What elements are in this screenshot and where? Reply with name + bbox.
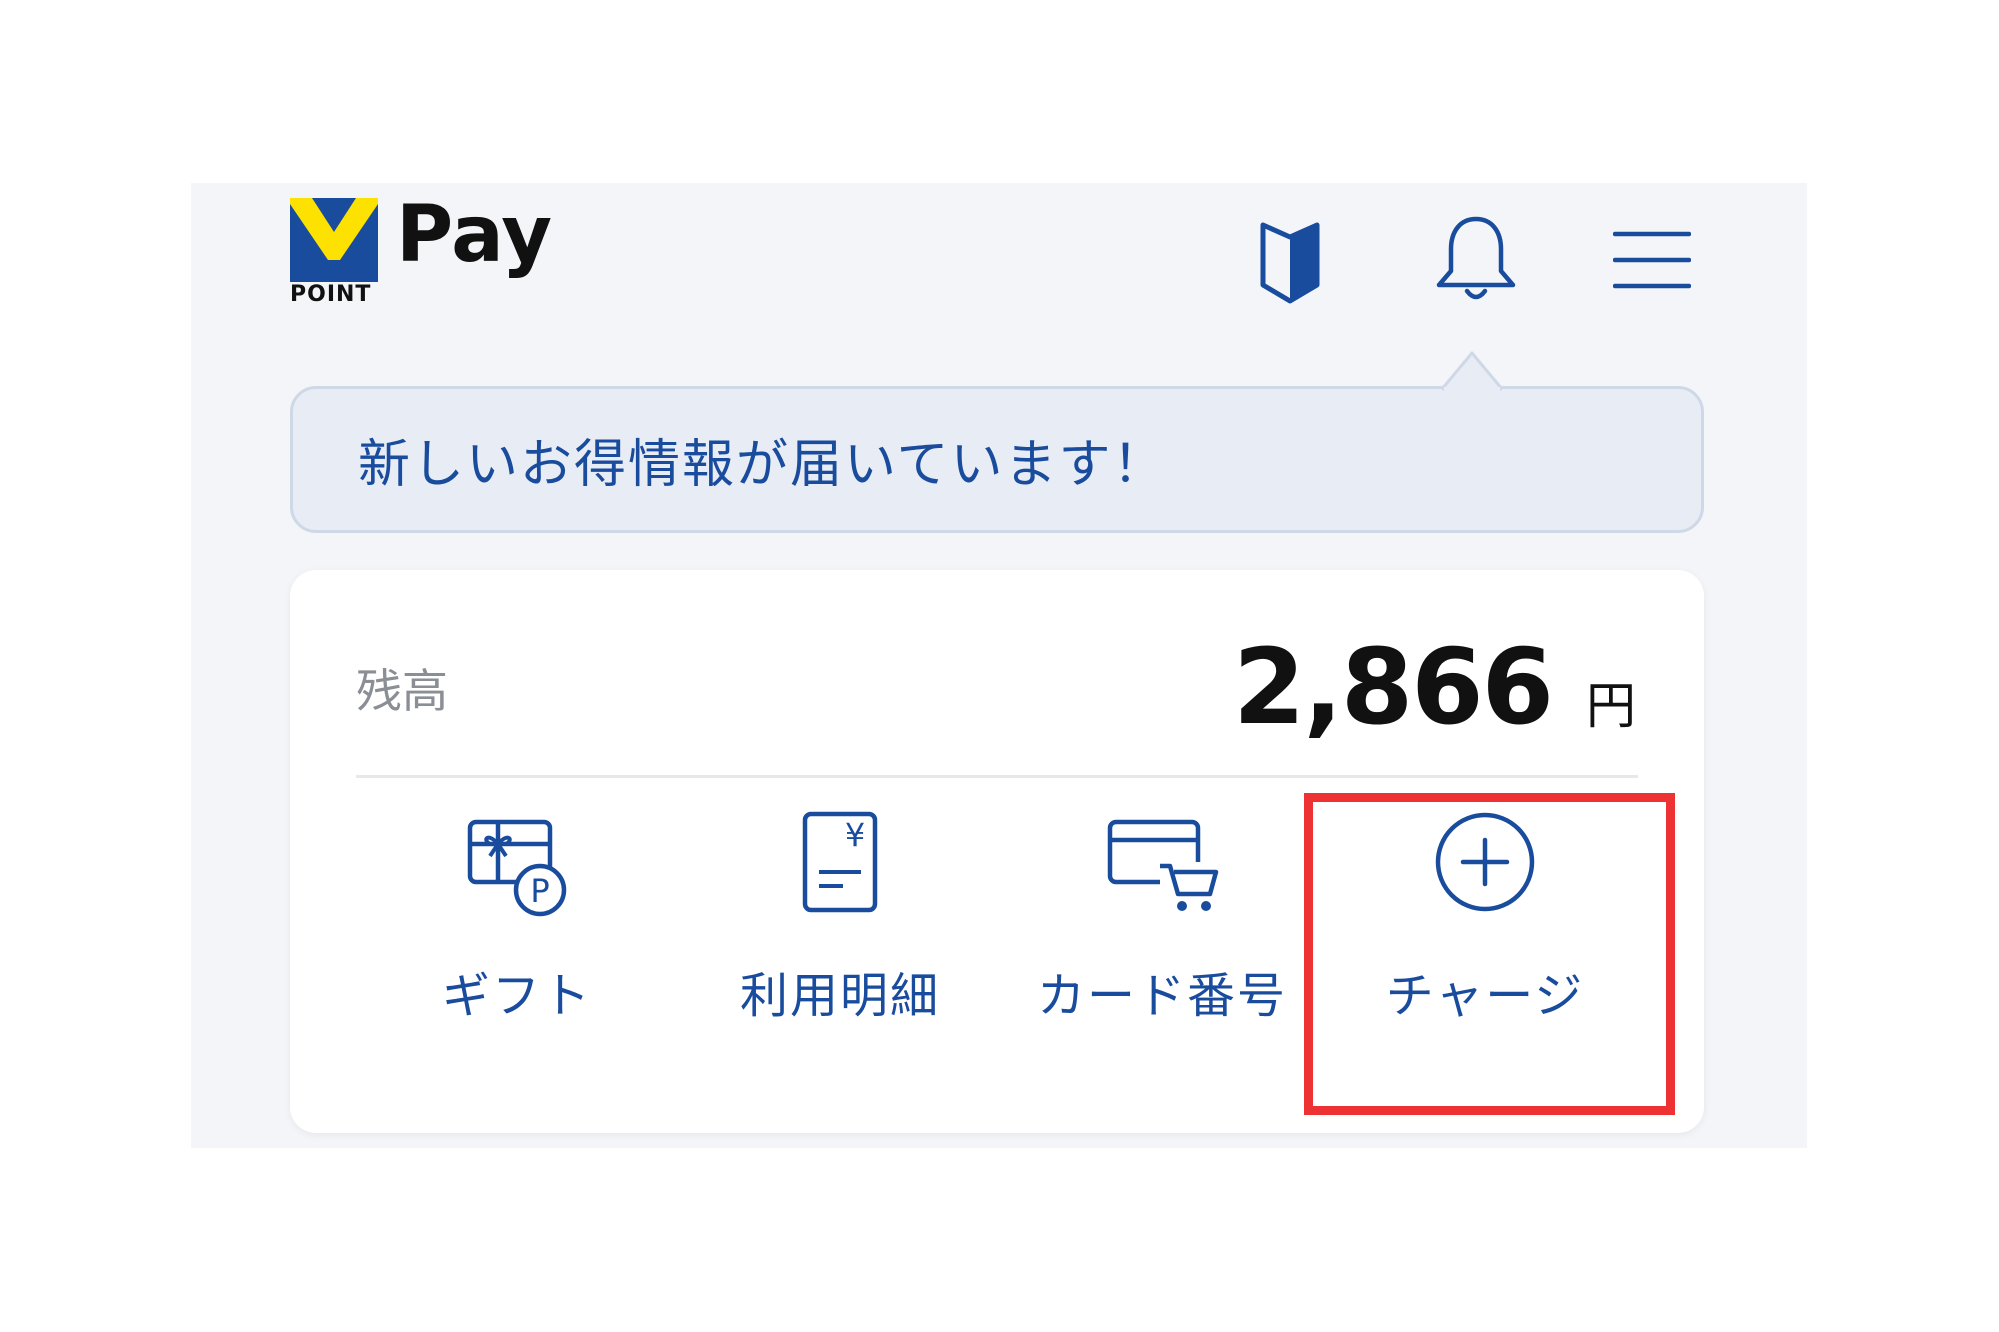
logo-point-text: POINT (290, 282, 372, 307)
balance-label: 残高 (356, 664, 448, 718)
statement-button[interactable]: ¥ 利用明細 (680, 810, 1000, 1024)
card-cart-icon (1107, 819, 1219, 911)
hamburger-menu-icon[interactable] (1613, 229, 1691, 291)
charge-highlight-box (1304, 793, 1675, 1115)
gift-label: ギフト (441, 968, 592, 1024)
svg-text:P: P (530, 872, 549, 910)
card-number-label: カード番号 (1036, 968, 1287, 1024)
balance-amount: 2,866 (1233, 626, 1554, 748)
notification-text: 新しいお得情報が届いています！ (358, 435, 1167, 495)
svg-text:¥: ¥ (845, 816, 865, 854)
notification-bubble[interactable]: 新しいお得情報が届いています！ (290, 386, 1704, 533)
statement-label: 利用明細 (739, 968, 940, 1024)
v-logo-mark (290, 198, 378, 282)
gift-point-icon: P (467, 819, 567, 917)
bell-icon[interactable] (1431, 213, 1521, 303)
bubble-caret (1442, 351, 1502, 391)
logo-pay-text: Pay (396, 190, 553, 280)
gift-button[interactable]: P ギフト (357, 810, 677, 1024)
yen-statement-icon: ¥ (802, 811, 878, 913)
card-number-button[interactable]: カード番号 (1002, 810, 1322, 1024)
card-divider (356, 775, 1638, 778)
guide-book-icon[interactable] (1257, 217, 1323, 305)
balance-unit: 円 (1586, 677, 1636, 735)
